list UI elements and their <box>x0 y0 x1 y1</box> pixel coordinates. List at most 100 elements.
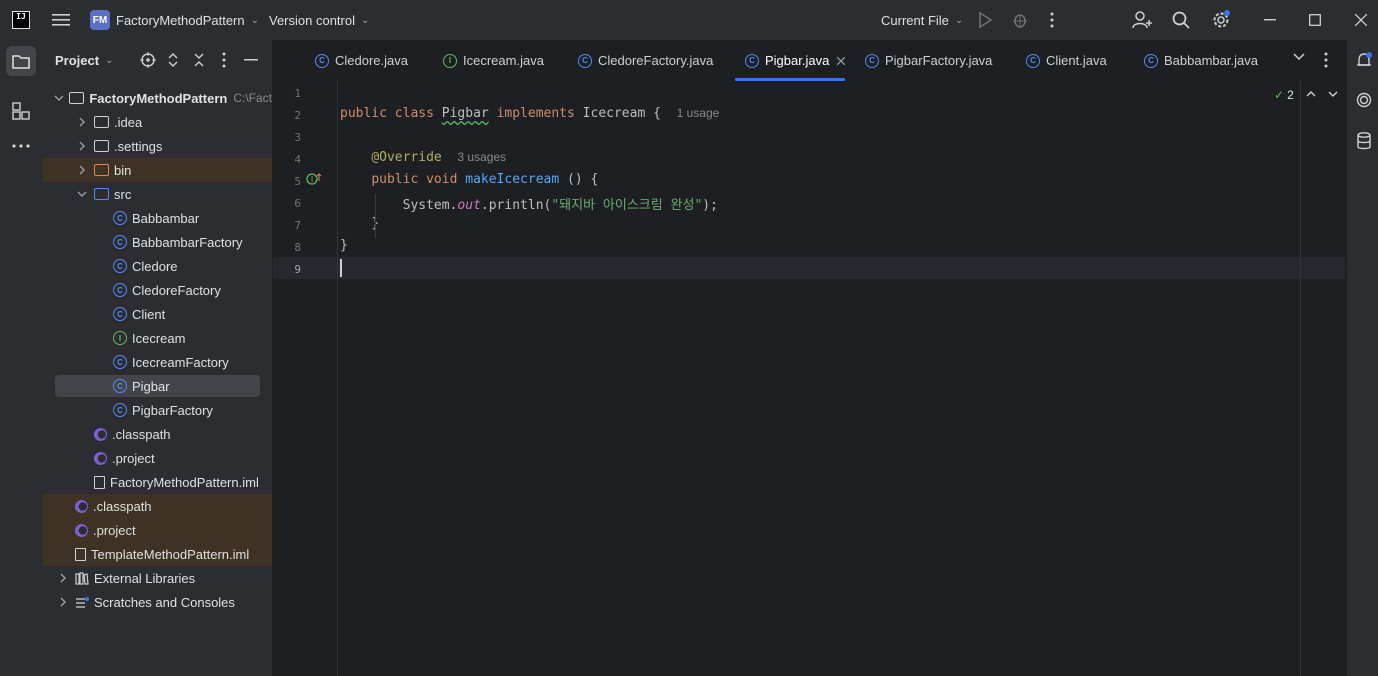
inspections-widget[interactable]: ✓ 2 <box>1274 88 1294 102</box>
right-tool-strip <box>1346 40 1378 676</box>
tree-item-label: CledoreFactory <box>132 282 221 298</box>
annotation: @Override <box>371 150 442 165</box>
notifications-icon[interactable] <box>1356 52 1372 70</box>
tree-item[interactable]: C Client <box>43 302 272 326</box>
usage-hint[interactable]: 3 usages <box>457 150 506 164</box>
settings-gear-icon[interactable] <box>1211 0 1231 40</box>
left-tool-strip <box>0 40 44 676</box>
tree-item[interactable]: .project <box>43 446 272 470</box>
inspection-count: 2 <box>1287 88 1294 102</box>
tab-client[interactable]: C Client.java <box>1016 40 1116 81</box>
tab-icecream[interactable]: I Icecream.java <box>433 40 551 81</box>
tree-item[interactable]: C BabbambarFactory <box>43 230 272 254</box>
chevron-right-icon[interactable] <box>74 165 90 175</box>
code-editor[interactable] <box>273 81 1345 676</box>
tree-item[interactable]: bin <box>43 158 272 182</box>
tree-item[interactable]: .settings <box>43 134 272 158</box>
run-icon[interactable] <box>978 0 992 40</box>
more-horizontal-icon <box>12 144 30 148</box>
module-file-icon <box>94 475 105 489</box>
excluded-folder-icon <box>94 164 109 176</box>
tab-options-icon[interactable] <box>1324 52 1328 68</box>
tab-pigbarfactory[interactable]: C PigbarFactory.java <box>855 40 995 81</box>
database-icon[interactable] <box>1356 132 1372 150</box>
tree-item[interactable]: src <box>43 182 272 206</box>
tree-item-label: Client <box>132 306 166 322</box>
editor-tab-bar: C Cledore.java I Icecream.java C CledoreFacto… <box>273 40 1345 82</box>
code-line-5: public void makeIcecream () { <box>340 172 598 187</box>
tree-item-label: TemplateMethodPattern.iml <box>91 546 250 562</box>
tab-cledore[interactable]: C Cledore.java <box>305 40 415 81</box>
options-menu-icon[interactable] <box>222 52 226 68</box>
right-margin-line <box>1300 81 1301 676</box>
project-tool-button[interactable] <box>6 46 36 76</box>
libraries-icon <box>75 571 89 585</box>
chevron-right-icon[interactable] <box>74 141 90 151</box>
tree-item[interactable]: .classpath <box>43 422 272 446</box>
next-highlight-icon[interactable] <box>1328 90 1338 98</box>
more-actions-icon[interactable] <box>1050 0 1054 40</box>
maximize-window-icon[interactable] <box>1309 0 1321 40</box>
search-icon[interactable] <box>1172 0 1190 40</box>
tree-item[interactable]: C Babbambar <box>43 206 272 230</box>
code-line-7: } <box>340 216 379 231</box>
ai-assistant-icon[interactable] <box>1356 92 1372 108</box>
tree-item-label: FactoryMethodPattern <box>89 90 228 106</box>
folder-icon <box>12 54 30 69</box>
tree-item[interactable]: .idea <box>43 110 272 134</box>
close-window-icon[interactable] <box>1355 0 1367 40</box>
class-icon: C <box>1144 53 1158 68</box>
tree-item-label: Babbambar <box>132 210 200 226</box>
eclipse-file-icon <box>75 523 88 537</box>
run-config-selector[interactable]: Current File ⌄ <box>881 0 963 40</box>
usage-hint[interactable]: 1 usage <box>677 106 720 120</box>
svg-text:I: I <box>311 175 313 184</box>
keyword: public <box>371 172 419 187</box>
tree-item[interactable]: .project <box>43 518 272 542</box>
tab-babbambar[interactable]: C Babbambar.java <box>1134 40 1258 81</box>
code-line-6: System.out.println("돼지바 아이스크림 완성"); <box>340 194 718 213</box>
tree-item[interactable]: C IcecreamFactory <box>43 350 272 374</box>
tree-item[interactable]: C PigbarFactory <box>43 398 272 422</box>
code-line-8: } <box>340 238 348 253</box>
debug-icon[interactable] <box>1012 0 1028 40</box>
tree-item-label: .project <box>112 450 155 466</box>
collapse-all-icon[interactable] <box>193 52 205 68</box>
expand-all-icon[interactable] <box>167 52 179 68</box>
version-control-menu[interactable]: Version control ⌄ <box>269 0 369 40</box>
chevron-right-icon[interactable] <box>55 573 71 583</box>
previous-highlight-icon[interactable] <box>1306 90 1316 98</box>
tree-item[interactable]: C Cledore <box>43 254 272 278</box>
code-with-me-icon[interactable] <box>1132 0 1152 40</box>
tree-item[interactable]: FactoryMethodPattern C:\Fact <box>43 86 272 110</box>
close-tab-icon[interactable] <box>837 56 846 65</box>
tree-item[interactable]: External Libraries <box>43 566 272 590</box>
more-tools-button[interactable] <box>12 144 30 148</box>
minimize-window-icon[interactable] <box>1264 0 1276 40</box>
tree-item[interactable]: .classpath <box>43 494 272 518</box>
current-line-highlight <box>273 257 1345 279</box>
chevron-right-icon[interactable] <box>74 117 90 127</box>
line-number: 2 <box>294 109 301 122</box>
implements-method-gutter-icon[interactable]: I <box>306 172 322 186</box>
chevron-down-icon[interactable] <box>53 93 66 103</box>
locate-file-icon[interactable] <box>140 52 156 68</box>
tree-item[interactable]: Scratches and Consoles <box>43 590 272 614</box>
chevron-right-icon[interactable] <box>55 597 71 607</box>
tree-item[interactable]: FactoryMethodPattern.iml <box>43 470 272 494</box>
tab-cledorefactory[interactable]: C CledoreFactory.java <box>568 40 718 81</box>
tree-item[interactable]: C Pigbar <box>43 374 272 398</box>
tree-item[interactable]: I Icecream <box>43 326 272 350</box>
tab-list-chevron-icon[interactable] <box>1293 52 1305 62</box>
tab-pigbar[interactable]: C Pigbar.java <box>735 40 846 81</box>
structure-tool-button[interactable] <box>12 102 30 120</box>
chevron-down-icon[interactable] <box>74 189 90 199</box>
intellij-logo-icon[interactable]: IJ <box>12 0 30 40</box>
indent-guide <box>375 194 376 238</box>
tree-item[interactable]: TemplateMethodPattern.iml <box>43 542 272 566</box>
tree-item[interactable]: C CledoreFactory <box>43 278 272 302</box>
main-menu-icon[interactable] <box>52 0 70 40</box>
project-selector[interactable]: FM FactoryMethodPattern ⌄ <box>90 0 259 40</box>
project-view-selector[interactable]: Project ⌄ <box>55 40 113 80</box>
hide-panel-icon[interactable] <box>244 59 258 61</box>
